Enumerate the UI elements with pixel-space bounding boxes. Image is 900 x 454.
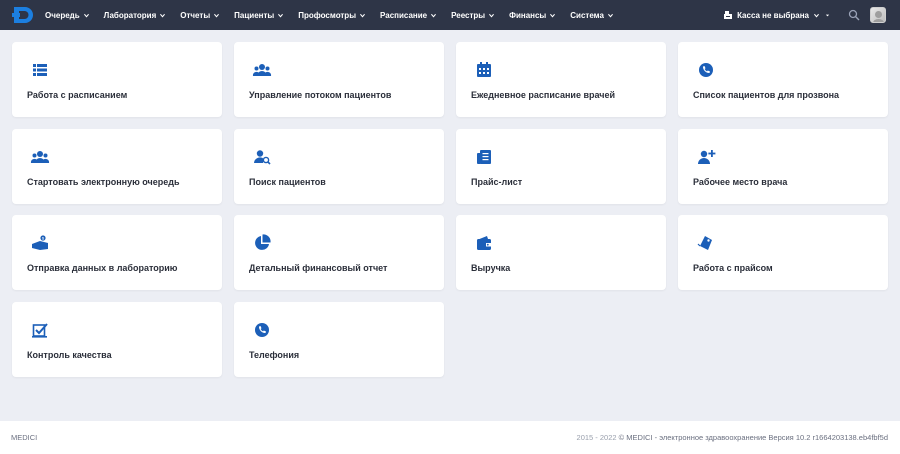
footer-brand: MEDICI bbox=[11, 433, 38, 442]
menu-label: Профосмотры bbox=[298, 10, 357, 20]
send-money-icon: $ bbox=[32, 235, 48, 250]
medici-logo[interactable] bbox=[12, 5, 36, 25]
user-avatar[interactable] bbox=[870, 7, 886, 23]
card-doctor-workplace[interactable]: Рабочее место врача bbox=[678, 129, 888, 204]
phone-icon bbox=[255, 323, 269, 337]
chevron-down-icon bbox=[607, 13, 613, 18]
menu-laboratory[interactable]: Лаборатория bbox=[104, 11, 166, 20]
chevron-down-icon bbox=[160, 13, 166, 18]
menu-label: Финансы bbox=[509, 10, 547, 20]
chevron-down-icon bbox=[214, 13, 220, 18]
card-price-list[interactable]: Прайс-лист bbox=[456, 129, 666, 204]
main-menu: Очередь Лаборатория Отчеты Пациенты Проф… bbox=[45, 0, 628, 30]
price-list-icon bbox=[477, 150, 491, 164]
card-label: Список пациентов для прозвона bbox=[693, 90, 840, 100]
card-price-work[interactable]: Работа с прайсом bbox=[678, 215, 888, 290]
cash-register-icon bbox=[724, 11, 733, 19]
chevron-down-icon bbox=[814, 13, 819, 18]
menu-label: Система bbox=[570, 10, 604, 20]
menu-label: Лаборатория bbox=[103, 10, 157, 20]
cash-register-label: Касса не выбрана bbox=[737, 10, 809, 20]
card-schedule-work[interactable]: Работа с расписанием bbox=[12, 42, 222, 117]
chevron-down-icon bbox=[360, 13, 365, 18]
chevron-down-icon bbox=[431, 13, 437, 18]
footer-version: © MEDICI - электронное здравоохранение В… bbox=[618, 433, 888, 442]
footer: MEDICI 2015 - 2022 © MEDICI - электронно… bbox=[0, 421, 900, 454]
card-quality-control[interactable]: Контроль качества bbox=[12, 302, 222, 377]
card-financial-report[interactable]: Детальный финансовый отчет bbox=[234, 215, 444, 290]
phone-icon bbox=[699, 63, 713, 77]
wallet-icon bbox=[477, 236, 491, 250]
chevron-down-icon bbox=[83, 13, 89, 18]
calendar-icon bbox=[477, 62, 491, 77]
schedule-list-icon bbox=[33, 64, 47, 76]
menu-finance[interactable]: Финансы bbox=[509, 10, 556, 20]
caret-down-icon bbox=[825, 14, 830, 16]
users-group-icon bbox=[252, 64, 272, 76]
menu-registries[interactable]: Реестры bbox=[451, 10, 495, 20]
card-label: Управление потоком пациентов bbox=[249, 90, 392, 100]
card-label: Ежедневное расписание врачей bbox=[471, 90, 616, 100]
card-start-queue[interactable]: Стартовать электронную очередь bbox=[12, 129, 222, 204]
chevron-down-icon bbox=[278, 13, 284, 18]
menu-label: Расписание bbox=[380, 10, 428, 20]
chevron-down-icon bbox=[489, 13, 495, 18]
card-call-list[interactable]: Список пациентов для прозвона bbox=[678, 42, 888, 117]
card-label: Выручка bbox=[471, 263, 511, 273]
menu-system[interactable]: Система bbox=[570, 11, 613, 20]
pie-chart-icon bbox=[255, 234, 271, 250]
header-right: Касса не выбрана bbox=[723, 0, 886, 30]
user-plus-icon bbox=[698, 150, 716, 164]
card-send-to-lab[interactable]: $ Отправка данных в лабораторию bbox=[12, 215, 222, 290]
top-navbar: Очередь Лаборатория Отчеты Пациенты Проф… bbox=[0, 0, 900, 30]
menu-label: Пациенты bbox=[234, 10, 275, 20]
menu-reports[interactable]: Отчеты bbox=[180, 10, 220, 20]
card-label: Прайс-лист bbox=[471, 177, 523, 187]
chevron-down-icon bbox=[550, 13, 556, 18]
menu-schedule[interactable]: Расписание bbox=[380, 10, 437, 20]
card-patient-search[interactable]: Поиск пациентов bbox=[234, 129, 444, 204]
card-label: Стартовать электронную очередь bbox=[27, 177, 180, 187]
menu-label: Отчеты bbox=[180, 10, 211, 20]
card-label: Работа с расписанием bbox=[27, 90, 128, 100]
menu-checkups[interactable]: Профосмотры bbox=[298, 11, 365, 20]
menu-patients[interactable]: Пациенты bbox=[234, 10, 284, 20]
menu-queue[interactable]: Очередь bbox=[45, 11, 89, 20]
quality-check-icon bbox=[32, 323, 48, 338]
cash-register-select[interactable]: Касса не выбрана bbox=[723, 10, 830, 20]
user-search-icon bbox=[254, 150, 271, 165]
search-icon[interactable] bbox=[848, 9, 860, 21]
footer-years: 2015 - 2022 bbox=[576, 433, 617, 442]
card-label: Отправка данных в лабораторию bbox=[27, 263, 178, 273]
card-label: Контроль качества bbox=[27, 350, 112, 360]
card-patient-flow[interactable]: Управление потоком пациентов bbox=[234, 42, 444, 117]
card-label: Поиск пациентов bbox=[249, 177, 326, 187]
menu-label: Очередь bbox=[45, 10, 80, 20]
users-group-icon bbox=[30, 151, 50, 163]
card-daily-schedule[interactable]: Ежедневное расписание врачей bbox=[456, 42, 666, 117]
card-label: Телефония bbox=[249, 350, 300, 360]
card-telephony[interactable]: Телефония bbox=[234, 302, 444, 377]
footer-copyright: 2015 - 2022 © MEDICI - электронное здрав… bbox=[577, 433, 888, 442]
card-label: Рабочее место врача bbox=[693, 177, 788, 187]
card-label: Работа с прайсом bbox=[693, 263, 773, 273]
card-revenue[interactable]: Выручка bbox=[456, 215, 666, 290]
tags-icon bbox=[697, 236, 712, 250]
card-label: Детальный финансовый отчет bbox=[249, 263, 388, 273]
menu-label: Реестры bbox=[451, 10, 486, 20]
